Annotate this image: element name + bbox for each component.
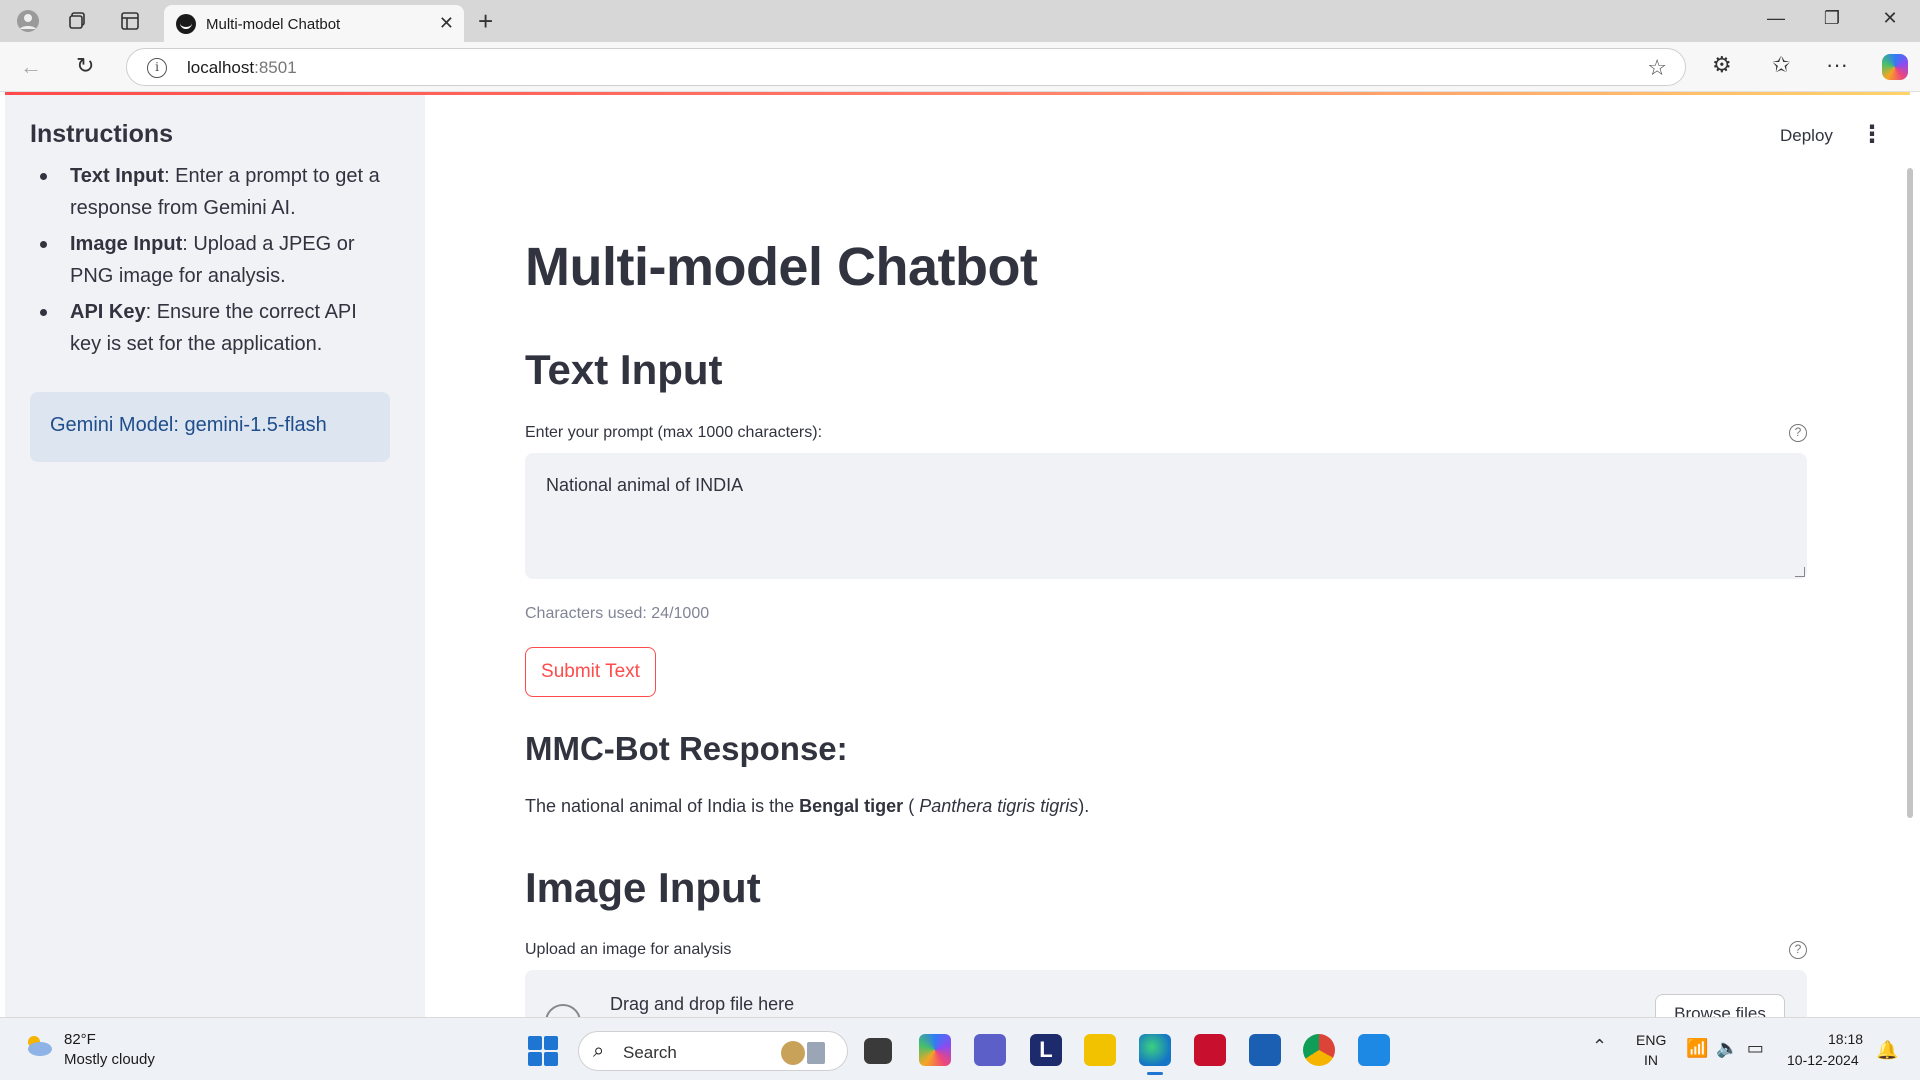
- close-window-icon[interactable]: ✕: [1870, 8, 1910, 29]
- url-bar[interactable]: i localhost:8501 ☆: [126, 48, 1686, 86]
- response-italic: Panthera tigris tigris: [919, 796, 1079, 816]
- vscode-icon[interactable]: [1358, 1034, 1390, 1066]
- url-text: localhost:8501: [187, 58, 297, 77]
- taskbar: 82°F Mostly cloudy ⌕ Search L ⌃ ENG IN 📶…: [0, 1017, 1920, 1080]
- restore-icon[interactable]: ❐: [1812, 8, 1852, 29]
- more-menu-icon[interactable]: ···: [1826, 52, 1848, 78]
- app-menu-icon[interactable]: ⋮: [1860, 120, 1884, 149]
- reload-icon[interactable]: ↻: [76, 53, 94, 79]
- wifi-volume-battery-icon[interactable]: 📶🔈▭: [1686, 1038, 1772, 1059]
- workspaces-icon[interactable]: [64, 8, 92, 34]
- active-tab[interactable]: Multi-model Chatbot ✕: [164, 5, 464, 42]
- close-tab-icon[interactable]: ✕: [439, 13, 454, 34]
- chrome-icon[interactable]: [1303, 1034, 1335, 1066]
- help-icon[interactable]: ?: [1789, 941, 1807, 959]
- weather-temp: 82°F: [64, 1031, 96, 1048]
- list-item-term: Image Input: [70, 233, 183, 255]
- scrollbar[interactable]: [1907, 168, 1913, 818]
- new-tab-icon[interactable]: +: [478, 6, 493, 37]
- cloudy-weather-icon[interactable]: [22, 1032, 54, 1058]
- page-title: Multi-model Chatbot: [525, 237, 1038, 297]
- language-region[interactable]: IN: [1644, 1052, 1658, 1068]
- teams-icon[interactable]: [974, 1034, 1006, 1066]
- prompt-textarea[interactable]: National animal of INDIA: [525, 453, 1807, 579]
- drop-text: Drag and drop file here: [610, 994, 795, 1014]
- search-label: Search: [623, 1043, 677, 1062]
- address-toolbar: ← ↻ i localhost:8501 ☆ ⚙ ✩ ···: [0, 42, 1920, 92]
- browser-tab-bar: Multi-model Chatbot ✕ + — ❐ ✕: [0, 0, 1920, 42]
- profile-icon[interactable]: [14, 8, 42, 34]
- notification-bell-icon[interactable]: 🔔: [1876, 1040, 1898, 1061]
- response-text: The national animal of India is the Beng…: [525, 796, 1090, 816]
- mcafee-icon[interactable]: [1194, 1034, 1226, 1066]
- search-highlight-icon: [781, 1041, 825, 1065]
- vertical-tabs-icon[interactable]: [116, 8, 144, 34]
- list-item-term: API Key: [70, 301, 146, 323]
- tab-title: Multi-model Chatbot: [206, 16, 341, 33]
- windows-start-icon[interactable]: [528, 1036, 558, 1066]
- favorites-icon[interactable]: ✩: [1772, 52, 1790, 78]
- model-info-text: Gemini Model: gemini-1.5-flash: [50, 414, 327, 436]
- language-indicator[interactable]: ENG: [1636, 1032, 1666, 1048]
- edge-icon[interactable]: [1139, 1034, 1171, 1075]
- minimize-icon[interactable]: —: [1756, 8, 1796, 29]
- char-count: Characters used: 24/1000: [525, 605, 710, 622]
- file-manager-icon[interactable]: [864, 1038, 892, 1064]
- submit-text-button[interactable]: Submit Text: [525, 647, 656, 697]
- store-icon[interactable]: [1249, 1034, 1281, 1066]
- tray-chevron-up-icon[interactable]: ⌃: [1592, 1036, 1607, 1057]
- list-item: Text Input: Enter a prompt to get a resp…: [30, 160, 390, 224]
- upload-label: Upload an image for analysis: [525, 941, 732, 958]
- copilot-app-icon[interactable]: [919, 1034, 951, 1066]
- clock-date[interactable]: 10-12-2024: [1787, 1052, 1859, 1068]
- search-icon: ⌕: [593, 1040, 605, 1062]
- l-app-icon[interactable]: L: [1030, 1034, 1062, 1066]
- help-icon[interactable]: ?: [1789, 424, 1807, 442]
- folder-icon[interactable]: [1084, 1034, 1116, 1066]
- list-item-term: Text Input: [70, 165, 165, 187]
- streamlit-favicon-icon: [176, 14, 196, 34]
- clock-time[interactable]: 18:18: [1828, 1031, 1863, 1047]
- response-bold: Bengal tiger: [799, 796, 904, 816]
- prompt-label: Enter your prompt (max 1000 characters):: [525, 424, 823, 441]
- site-info-icon[interactable]: i: [147, 58, 167, 78]
- copilot-icon[interactable]: [1882, 54, 1908, 80]
- favorite-star-icon[interactable]: ☆: [1647, 55, 1667, 81]
- file-dropzone[interactable]: Drag and drop file here Browse files: [525, 970, 1807, 1020]
- model-info-box: Gemini Model: gemini-1.5-flash: [30, 392, 390, 462]
- list-item: Image Input: Upload a JPEG or PNG image …: [30, 228, 390, 292]
- response-heading: MMC-Bot Response:: [525, 730, 848, 767]
- prompt-value: National animal of INDIA: [546, 475, 744, 495]
- extensions-icon[interactable]: ⚙: [1712, 52, 1732, 78]
- back-arrow-icon[interactable]: ←: [20, 54, 42, 80]
- sidebar-heading: Instructions: [30, 120, 174, 148]
- list-item: API Key: Ensure the correct API key is s…: [30, 296, 390, 360]
- taskbar-search[interactable]: ⌕ Search: [578, 1031, 848, 1071]
- image-input-heading: Image Input: [525, 864, 761, 911]
- deploy-button[interactable]: Deploy: [1780, 126, 1833, 146]
- text-input-heading: Text Input: [525, 346, 723, 393]
- weather-desc: Mostly cloudy: [64, 1051, 155, 1068]
- resize-handle-icon[interactable]: [1795, 567, 1805, 577]
- instructions-list: Text Input: Enter a prompt to get a resp…: [30, 160, 390, 364]
